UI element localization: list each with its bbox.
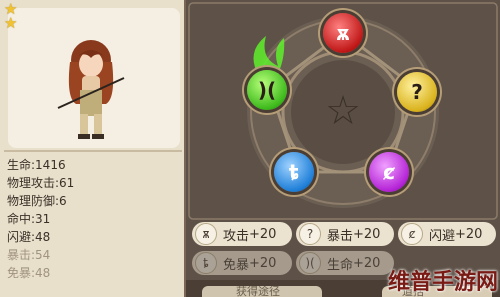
bonus-value: +20 <box>353 226 381 242</box>
rune-red-icon: ѫ <box>336 21 350 45</box>
bonus-crit: ? 暴击 +20 <box>296 222 394 246</box>
bonus-attack: ѫ 攻击 +20 <box>192 222 292 246</box>
hero-panel: ★ ★ 生命:1416 物理攻击:61 物理防御:6 命中:31 闪避:48 暴… <box>0 0 186 297</box>
rune-slot-blue[interactable]: ȶ <box>274 152 314 192</box>
stat-hit: 命中:31 <box>7 212 51 226</box>
rune-slot-green[interactable]: )( <box>247 70 287 110</box>
rune-purple-icon: ȼ <box>383 160 395 184</box>
stat-dodge: 闪避:48 <box>7 230 51 244</box>
site-watermark: 维普手游网 <box>388 270 499 295</box>
bonus-dodge: ȼ 闪避 +20 <box>398 222 496 246</box>
bonus-value: +20 <box>249 255 277 271</box>
bonus-value: +20 <box>249 226 277 242</box>
rune-green-icon: )( <box>257 78 277 102</box>
divider <box>4 150 182 152</box>
dodge-icon: ȼ <box>401 223 423 245</box>
crit-icon: ? <box>299 223 321 245</box>
crit-resist-icon: ȶ <box>195 252 217 274</box>
stat-physical-attack: 物理攻击:61 <box>7 176 75 190</box>
hp-icon: )( <box>299 252 321 274</box>
rune-panel: ѫ )( ? ȶ ȼ ☆ ѫ 攻击 +20 ? 暴击 +20 ȼ 闪避 +20 … <box>186 0 500 297</box>
rune-blue-icon: ȶ <box>288 160 300 184</box>
hero-star-rating: ★ ★ <box>4 2 22 32</box>
bonus-hp: )( 生命 +20 <box>296 251 394 275</box>
bonus-label: 免暴 <box>223 257 250 273</box>
bonus-crit-resist: ȶ 免暴 +20 <box>192 251 292 275</box>
bonus-label: 闪避 <box>429 228 456 244</box>
bonus-label: 生命 <box>327 257 354 273</box>
hero-portrait-frame <box>8 8 180 148</box>
hero-stats-list: 生命:1416 物理攻击:61 物理防御:6 命中:31 闪避:48 暴击:54… <box>7 156 74 282</box>
rune-slot-yellow[interactable]: ? <box>397 72 437 112</box>
star-icon: ★ <box>4 14 18 32</box>
rune-slot-red[interactable]: ѫ <box>323 13 363 53</box>
bonus-value: +20 <box>353 255 381 271</box>
obtain-source-button[interactable]: 获得途径 <box>202 286 322 297</box>
stat-crit-resist: 免暴:48 <box>7 266 51 280</box>
stat-physical-defense: 物理防御:6 <box>7 194 67 208</box>
stat-crit: 暴击:54 <box>7 248 51 262</box>
stat-hp: 生命:1416 <box>7 158 66 172</box>
center-star-icon: ☆ <box>325 88 361 134</box>
hero-portrait[interactable] <box>56 38 126 142</box>
attack-icon: ѫ <box>195 223 217 245</box>
bonus-value: +20 <box>455 226 483 242</box>
bonus-label: 攻击 <box>223 228 250 244</box>
bonus-label: 暴击 <box>327 228 354 244</box>
rune-slot-purple[interactable]: ȼ <box>369 152 409 192</box>
rune-yellow-icon: ? <box>411 80 423 104</box>
